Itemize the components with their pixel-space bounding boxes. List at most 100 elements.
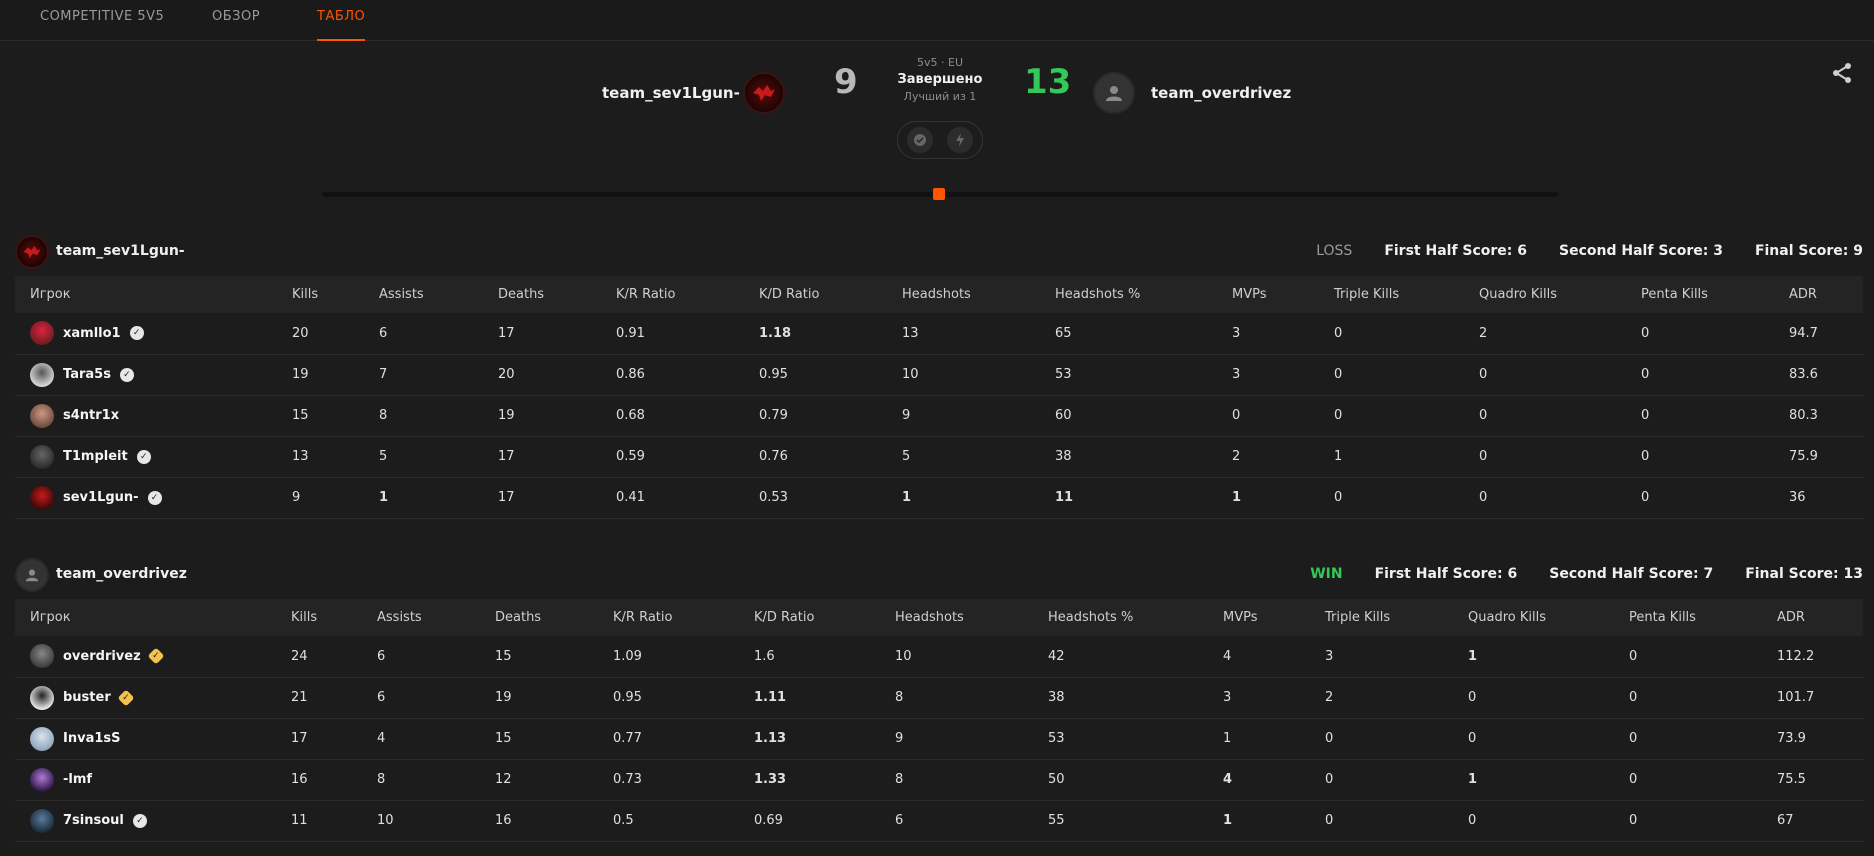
player-name[interactable]: s4ntr1x bbox=[63, 408, 119, 423]
table-row[interactable]: sev1Lgun- ✓ 9 1 17 0.41 0.53 1 11 1 0 0 0 36 bbox=[15, 477, 1863, 518]
column-header[interactable]: Deaths bbox=[498, 276, 616, 313]
team1-name[interactable]: team_sev1Lgun- bbox=[602, 84, 740, 102]
tab-overview[interactable]: ОБЗОР bbox=[212, 9, 260, 41]
player-name[interactable]: T1mpleit bbox=[63, 449, 128, 464]
player-name[interactable]: buster bbox=[63, 690, 111, 705]
column-header[interactable]: ADR bbox=[1777, 599, 1863, 636]
team1-section-name[interactable]: team_sev1Lgun- bbox=[56, 243, 185, 259]
player-cell[interactable]: 7sinsoul ✓ bbox=[15, 800, 291, 841]
table-row[interactable]: overdrivez ✓ 24 6 15 1.09 1.6 10 42 4 3 1 0 112.2 bbox=[15, 636, 1863, 677]
avatar[interactable] bbox=[30, 362, 54, 387]
table-row[interactable]: -lmf 16 8 12 0.73 1.33 8 50 4 0 1 0 75.5 bbox=[15, 759, 1863, 800]
column-header[interactable]: Assists bbox=[377, 599, 495, 636]
column-header[interactable]: Игрок bbox=[15, 599, 291, 636]
player-cell[interactable]: sev1Lgun- ✓ bbox=[15, 477, 292, 518]
column-header[interactable]: Headshots bbox=[895, 599, 1048, 636]
avatar[interactable] bbox=[30, 485, 54, 510]
team1-stats-table: Игрок Kills Assists Deaths K/R Ratio K/D Rati… bbox=[15, 276, 1863, 519]
avatar[interactable] bbox=[30, 808, 54, 833]
column-header[interactable]: Quadro Kills bbox=[1479, 276, 1641, 313]
avatar[interactable] bbox=[30, 767, 54, 792]
player-info[interactable]: buster ✓ bbox=[30, 685, 291, 710]
player-info[interactable]: -lmf bbox=[30, 767, 291, 792]
stat-cell: 67 bbox=[1777, 813, 1794, 828]
player-name[interactable]: 7sinsoul bbox=[63, 813, 124, 828]
player-info[interactable]: 7sinsoul ✓ bbox=[30, 808, 291, 833]
match-header: team_sev1Lgun- 9 5v5 · EU Завершено Лучш… bbox=[0, 41, 1874, 216]
player-info[interactable]: xamllo1 ✓ bbox=[30, 321, 292, 346]
player-name[interactable]: -lmf bbox=[63, 772, 92, 787]
table-row[interactable]: xamllo1 ✓ 20 6 17 0.91 1.18 13 65 3 0 2 0 94.7 bbox=[15, 313, 1863, 354]
player-info[interactable]: overdrivez ✓ bbox=[30, 644, 291, 669]
user-placeholder-icon bbox=[25, 569, 39, 582]
player-cell[interactable]: Tara5s ✓ bbox=[15, 354, 292, 395]
player-cell[interactable]: -lmf bbox=[15, 759, 291, 800]
table-row[interactable]: buster ✓ 21 6 19 0.95 1.11 8 38 3 2 0 0 101.7 bbox=[15, 677, 1863, 718]
player-info[interactable]: sev1Lgun- ✓ bbox=[30, 485, 292, 510]
player-info[interactable]: T1mpleit ✓ bbox=[30, 444, 292, 469]
lightning-icon[interactable] bbox=[947, 127, 973, 153]
column-header[interactable]: Quadro Kills bbox=[1468, 599, 1629, 636]
column-header[interactable]: K/D Ratio bbox=[754, 599, 895, 636]
table-row[interactable]: Inva1sS 17 4 15 0.77 1.13 9 53 1 0 0 0 73.9 bbox=[15, 718, 1863, 759]
tab-scoreboard[interactable]: ТАБЛО bbox=[317, 9, 366, 41]
table-row[interactable]: s4ntr1x 15 8 19 0.68 0.79 9 60 0 0 0 0 80.3 bbox=[15, 395, 1863, 436]
player-cell[interactable]: Inva1sS bbox=[15, 718, 291, 759]
player-info[interactable]: Inva1sS bbox=[30, 726, 291, 751]
column-header[interactable]: Triple Kills bbox=[1334, 276, 1479, 313]
column-header[interactable]: Penta Kills bbox=[1641, 276, 1789, 313]
table-row[interactable]: T1mpleit ✓ 13 5 17 0.59 0.76 5 38 2 1 0 0 75.9 bbox=[15, 436, 1863, 477]
player-info[interactable]: s4ntr1x bbox=[30, 403, 292, 428]
player-name[interactable]: overdrivez bbox=[63, 649, 141, 664]
column-header[interactable]: Kills bbox=[291, 599, 377, 636]
column-header[interactable]: Headshots bbox=[902, 276, 1055, 313]
tab-competitive[interactable]: COMPETITIVE 5V5 bbox=[40, 9, 164, 41]
team1-logo[interactable] bbox=[743, 72, 785, 114]
anticheat-icon[interactable] bbox=[907, 127, 933, 153]
column-header[interactable]: Headshots % bbox=[1048, 599, 1223, 636]
player-cell[interactable]: xamllo1 ✓ bbox=[15, 313, 292, 354]
column-header[interactable]: ADR bbox=[1789, 276, 1863, 313]
avatar[interactable] bbox=[30, 444, 54, 469]
stat-cell: 4 bbox=[377, 731, 386, 746]
team1-section-logo[interactable] bbox=[15, 235, 49, 269]
avatar[interactable] bbox=[30, 403, 54, 428]
column-header[interactable]: Headshots % bbox=[1055, 276, 1232, 313]
stat-cell: 6 bbox=[895, 813, 904, 828]
table-row[interactable]: Tara5s ✓ 19 7 20 0.86 0.95 10 53 3 0 0 0 83.6 bbox=[15, 354, 1863, 395]
table-header: Игрок Kills Assists Deaths K/R Ratio K/D Rati… bbox=[15, 599, 1863, 636]
column-header[interactable]: K/R Ratio bbox=[616, 276, 759, 313]
player-cell[interactable]: s4ntr1x bbox=[15, 395, 292, 436]
column-header[interactable]: Deaths bbox=[495, 599, 613, 636]
stat-cell: 55 bbox=[1048, 813, 1065, 828]
player-name[interactable]: sev1Lgun- bbox=[63, 490, 139, 505]
table-row[interactable]: 7sinsoul ✓ 11 10 16 0.5 0.69 6 55 1 0 0 0 67 bbox=[15, 800, 1863, 841]
timeline-marker[interactable] bbox=[933, 188, 945, 200]
avatar[interactable] bbox=[30, 321, 54, 346]
player-name[interactable]: Tara5s bbox=[63, 367, 111, 382]
column-header[interactable]: MVPs bbox=[1223, 599, 1325, 636]
team2-section-logo[interactable] bbox=[15, 558, 49, 592]
column-header[interactable]: Triple Kills bbox=[1325, 599, 1468, 636]
team2-section-name[interactable]: team_overdrivez bbox=[56, 566, 187, 582]
avatar[interactable] bbox=[30, 685, 54, 710]
player-name[interactable]: Inva1sS bbox=[63, 731, 120, 746]
avatar[interactable] bbox=[30, 726, 54, 751]
player-cell[interactable]: buster ✓ bbox=[15, 677, 291, 718]
team2-name[interactable]: team_overdrivez bbox=[1151, 84, 1291, 102]
column-header[interactable]: Assists bbox=[379, 276, 498, 313]
column-header[interactable]: K/D Ratio bbox=[759, 276, 902, 313]
team2-logo[interactable] bbox=[1093, 72, 1135, 114]
stat-cell: 24 bbox=[291, 648, 308, 664]
column-header[interactable]: MVPs bbox=[1232, 276, 1334, 313]
avatar[interactable] bbox=[30, 644, 54, 669]
player-cell[interactable]: T1mpleit ✓ bbox=[15, 436, 292, 477]
column-header[interactable]: Игрок bbox=[15, 276, 292, 313]
player-info[interactable]: Tara5s ✓ bbox=[30, 362, 292, 387]
player-cell[interactable]: overdrivez ✓ bbox=[15, 636, 291, 677]
player-name[interactable]: xamllo1 bbox=[63, 326, 121, 341]
column-header[interactable]: K/R Ratio bbox=[613, 599, 754, 636]
column-header[interactable]: Penta Kills bbox=[1629, 599, 1777, 636]
column-header[interactable]: Kills bbox=[292, 276, 379, 313]
share-icon[interactable] bbox=[1830, 61, 1854, 85]
